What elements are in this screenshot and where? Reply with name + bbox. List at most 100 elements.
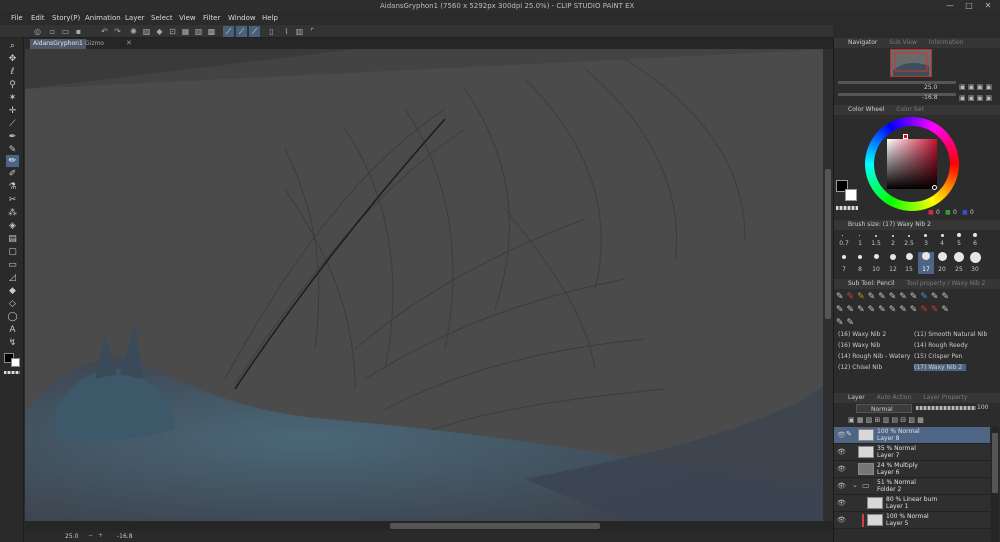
layer-toolbar[interactable]: ▣ ▦ ▧ ⊞ ▥ ▤ ⊟ ▨ ▩ (848, 416, 998, 425)
open-folder-icon[interactable]: ▭ (60, 26, 71, 37)
menu-file[interactable]: File (11, 14, 23, 22)
menu-help[interactable]: Help (262, 14, 278, 22)
layer-name[interactable]: Layer 5 (886, 520, 908, 527)
blend-icon[interactable]: ⁂ (6, 207, 19, 219)
decoration-icon[interactable]: ✂ (6, 194, 19, 206)
pen-icon[interactable]: ✒ (6, 131, 19, 143)
brush-row[interactable]: (12) Chisel Nib (17) Waxy Nib 2 (838, 364, 984, 375)
visibility-eye-icon[interactable]: 👁 (837, 516, 846, 524)
size-cell[interactable]: 6 (967, 240, 983, 247)
vertical-scroll-thumb[interactable] (825, 169, 831, 319)
wheel-sub-color[interactable] (845, 189, 857, 201)
edit-pencil-icon[interactable]: ✎ (846, 430, 852, 438)
ruler-icon[interactable]: ▯ (266, 26, 277, 37)
opacity-slider[interactable] (916, 406, 976, 410)
visibility-eye-icon[interactable]: 👁 (837, 482, 846, 490)
menu-edit[interactable]: Edit (31, 14, 45, 22)
size-cell[interactable]: 1.5 (868, 240, 884, 247)
close-button[interactable]: ✕ (981, 1, 995, 11)
layer-name[interactable]: Layer 1 (886, 503, 908, 510)
undo-icon[interactable]: ↶ (99, 26, 110, 37)
show-selection-icon[interactable]: ▩ (206, 26, 217, 37)
move-icon[interactable]: ✥ (6, 53, 19, 65)
blue-value[interactable]: 0 (970, 209, 974, 216)
sub-color-swatch[interactable] (11, 358, 20, 367)
menu-animation[interactable]: Animation (85, 14, 121, 22)
ruler-tool-icon[interactable]: ◿ (6, 272, 19, 284)
correct-line-icon[interactable]: ↯ (6, 337, 19, 349)
new-file-icon[interactable]: ▫ (47, 26, 58, 37)
airbrush-icon[interactable]: ⚗ (6, 181, 19, 193)
status-rotation[interactable]: -16.8 (117, 533, 133, 540)
brush-row[interactable]: (16) Waxy Nib 2 (11) Smooth Natural Nib (838, 331, 987, 342)
deselect-icon[interactable]: ▦ (180, 26, 191, 37)
menu-window[interactable]: Window (228, 14, 256, 22)
clip-studio-icon[interactable]: ◎ (32, 26, 43, 37)
visibility-eye-icon[interactable]: 👁 (837, 465, 846, 473)
size-cell[interactable]: 1 (852, 240, 868, 247)
brush-name[interactable]: (15) Crisper Pen (914, 353, 962, 360)
size-cell[interactable]: 8 (852, 266, 868, 273)
maximize-button[interactable]: □ (962, 1, 976, 11)
vertical-scrollbar[interactable] (823, 49, 833, 521)
size-cell[interactable]: 12 (885, 266, 901, 273)
eraser-icon[interactable]: ◇ (6, 298, 19, 310)
size-cell-selected[interactable]: 17 (918, 266, 934, 273)
menu-story[interactable]: Story(P) (52, 14, 80, 22)
speech-balloon-icon[interactable]: ◯ (6, 311, 19, 323)
zoom-slider[interactable] (838, 81, 956, 84)
layer-row-layer-1[interactable]: 👁 80 % Linear burn Layer 1 (834, 495, 990, 512)
blend-mode-select[interactable]: Normal (856, 404, 912, 413)
menu-view[interactable]: View (179, 14, 196, 22)
horizontal-scrollbar[interactable] (25, 521, 833, 531)
size-cell[interactable]: 5 (951, 240, 967, 247)
minimize-button[interactable]: — (943, 1, 957, 11)
hue-ring[interactable] (865, 117, 959, 211)
canvas[interactable] (25, 49, 833, 521)
layer-title[interactable]: Layer (848, 394, 865, 401)
sub-tool-icons-row2[interactable]: ✎✎✎✎✎✎✎✎✎✎✎ (836, 304, 986, 317)
visibility-eye-icon[interactable]: 👁 (837, 499, 846, 507)
size-cell[interactable]: 20 (934, 266, 950, 273)
brush-name[interactable]: (11) Smooth Natural Nib (914, 331, 987, 338)
color-marker[interactable] (932, 185, 937, 190)
brush-name[interactable]: (14) Rough Nib - Watery (838, 353, 910, 360)
layer-row-layer-8[interactable]: 👁 ✎ 100 % Normal Layer 8 (834, 427, 990, 444)
snap-ruler-icon[interactable]: ⟋ (223, 26, 234, 37)
menu-select[interactable]: Select (151, 14, 173, 22)
horizontal-scroll-thumb[interactable] (390, 523, 600, 529)
green-value[interactable]: 0 (953, 209, 957, 216)
text-icon[interactable]: A (6, 324, 19, 336)
sub-tool-icon-grid[interactable]: ✎✎✎✎✎✎✎✎✎✎✎ ✎✎✎✎✎✎✎✎✎✎✎ ✎✎ (836, 291, 986, 331)
snap-special-ruler-icon[interactable]: ⟋ (236, 26, 247, 37)
layer-row-layer-6[interactable]: 👁 24 % Multiply Layer 6 (834, 461, 990, 478)
layer-scroll-thumb[interactable] (992, 433, 998, 493)
menu-filter[interactable]: Filter (203, 14, 220, 22)
tool-property-tab[interactable]: Tool property / Waxy Nib 2 (906, 280, 985, 287)
fill-bucket-icon[interactable]: ◈ (6, 220, 19, 232)
brush-name[interactable]: (16) Waxy Nib 2 (838, 331, 886, 338)
layer-name[interactable]: Layer 7 (877, 452, 899, 459)
layer-property-tab[interactable]: Layer Property (923, 394, 967, 401)
clear-icon[interactable]: ▨ (141, 26, 152, 37)
saturation-value-square[interactable] (887, 139, 937, 189)
zoom-out-icon[interactable]: − (88, 532, 93, 539)
brush-row[interactable]: (14) Rough Nib - Watery (15) Crisper Pen (838, 353, 984, 364)
invert-selection-icon[interactable]: ▧ (193, 26, 204, 37)
tab-aidansgryphon1[interactable]: AidansGryphon1 (30, 39, 86, 49)
wheel-transparent-swatch[interactable] (836, 206, 858, 210)
brush-row[interactable]: (16) Waxy Nib (14) Rough Reedy (838, 342, 984, 353)
lasso-icon[interactable]: ℓ (6, 66, 19, 78)
opacity-value[interactable]: 100 (977, 404, 988, 411)
auto-select-icon[interactable]: ⚲ (6, 79, 19, 91)
layer-row-layer-7[interactable]: 👁 35 % Normal Layer 7 (834, 444, 990, 461)
transparent-color-swatch[interactable] (4, 371, 20, 374)
eyedropper-icon[interactable]: ⟋ (6, 118, 19, 130)
corner-icon[interactable]: ⌜ (307, 26, 318, 37)
frame-border-icon[interactable]: ▭ (6, 259, 19, 271)
size-cell[interactable]: 2.5 (901, 240, 917, 247)
layer-name[interactable]: Folder 2 (877, 486, 901, 493)
size-cell[interactable]: 3 (918, 240, 934, 247)
layer-toolbar-icons[interactable]: ▣ ▦ ▧ ⊞ ▥ ▤ ⊟ ▨ ▩ (848, 416, 924, 424)
close-icon[interactable]: ✕ (126, 39, 132, 47)
